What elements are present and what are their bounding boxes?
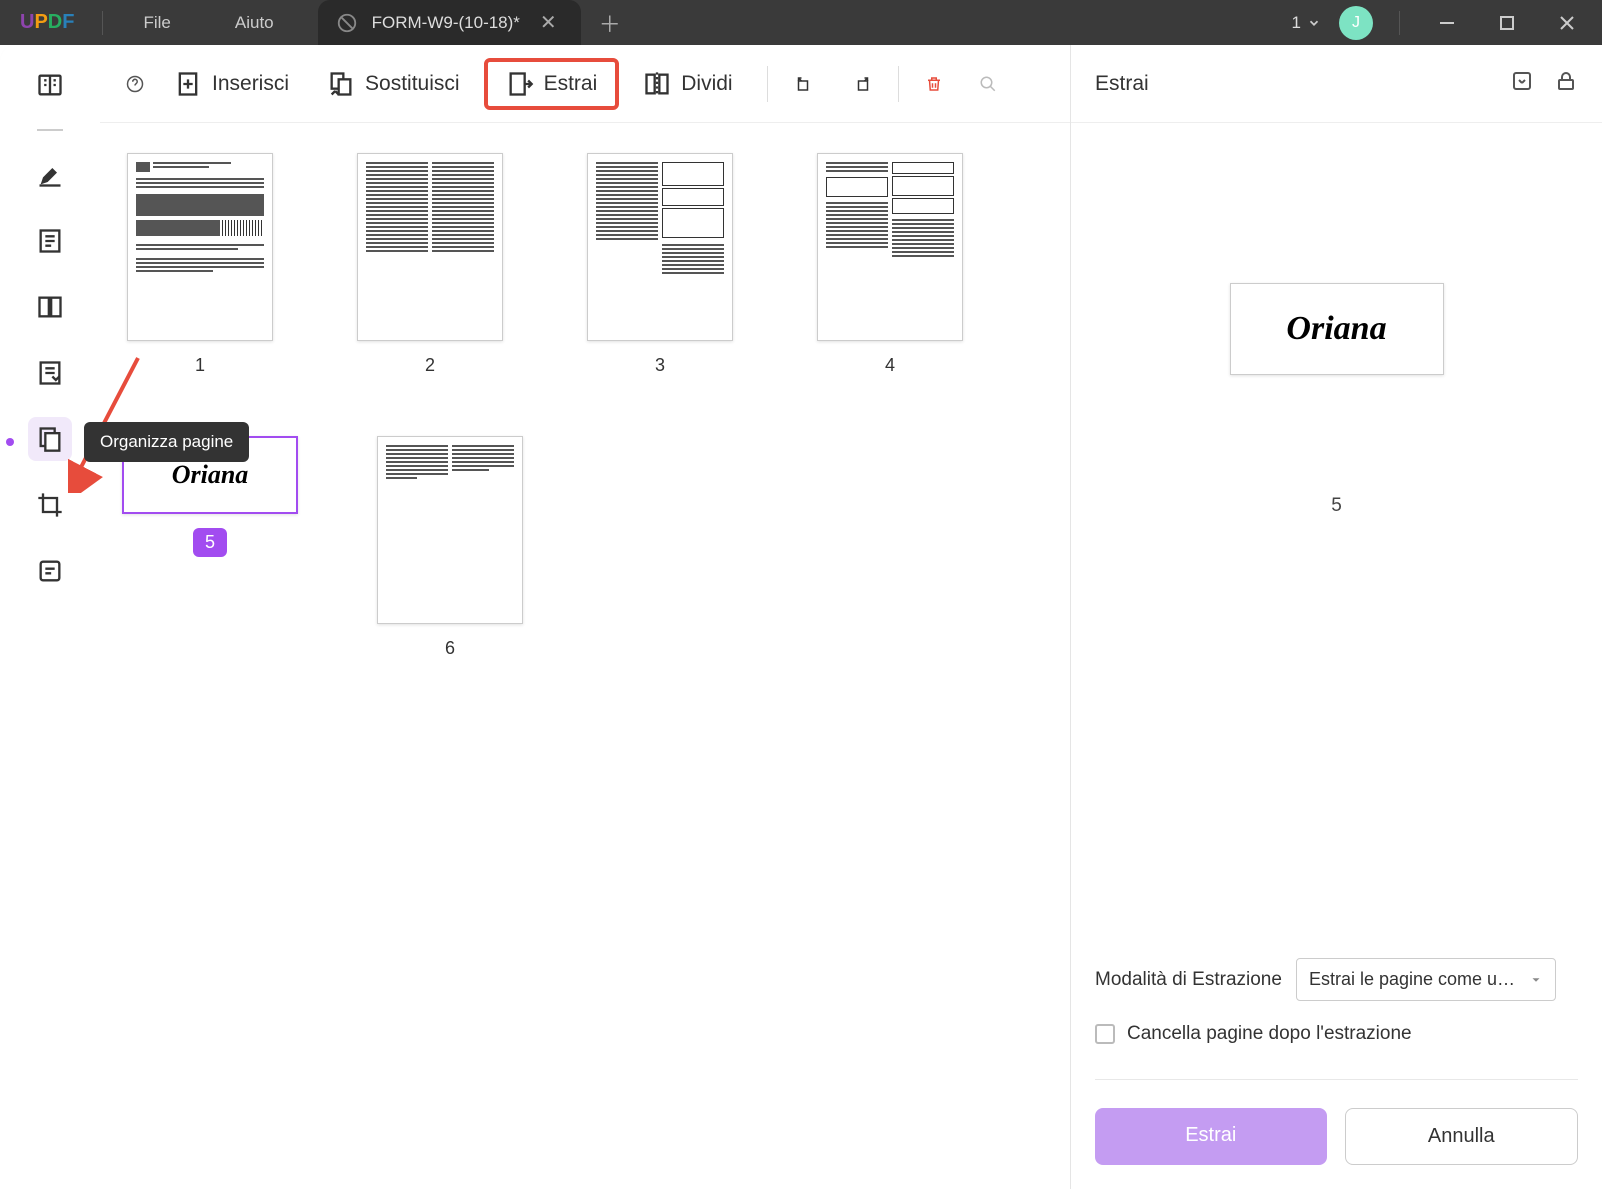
page-number: 3 (655, 355, 665, 376)
open-doc-count[interactable]: 1 (1292, 13, 1321, 33)
divider (1399, 11, 1400, 35)
divider (1095, 1079, 1578, 1080)
page-number: 1 (195, 355, 205, 376)
split-label: Dividi (681, 72, 732, 96)
divider (37, 129, 63, 131)
window-minimize-icon[interactable] (1426, 2, 1468, 44)
page-number-selected: 5 (193, 528, 227, 557)
count-number: 1 (1292, 13, 1301, 33)
left-sidebar (0, 45, 100, 1189)
extract-button[interactable]: Estrai (484, 58, 620, 110)
divider (898, 66, 899, 102)
delete-after-checkbox[interactable]: Cancella pagine dopo l'estrazione (1095, 1023, 1578, 1045)
menu-file[interactable]: File (111, 13, 202, 33)
tab-title: FORM-W9-(10-18)* (372, 13, 520, 33)
help-icon[interactable] (120, 69, 150, 99)
divider (767, 66, 768, 102)
insert-label: Inserisci (212, 72, 289, 96)
extract-label: Estrai (544, 72, 598, 96)
replace-label: Sostituisci (365, 72, 460, 96)
edit-text-icon[interactable] (28, 219, 72, 263)
extract-preview: Oriana (1230, 283, 1444, 375)
annotate-icon[interactable] (28, 153, 72, 197)
delete-icon[interactable] (919, 69, 949, 99)
organize-toolbar: Inserisci Sostituisci Estrai Dividi (100, 45, 1070, 123)
page-number: 4 (885, 355, 895, 376)
page-thumb-6[interactable]: 6 (370, 436, 530, 659)
tab-close-icon[interactable]: ✕ (534, 10, 563, 35)
preview-oriana-text: Oriana (1286, 310, 1386, 348)
split-button[interactable]: Dividi (629, 60, 746, 108)
zoom-icon[interactable] (973, 69, 1003, 99)
extract-panel: Estrai Oriana 5 (1070, 45, 1602, 1189)
page-thumb-5[interactable]: Oriana 5 (120, 436, 300, 659)
page-number: 2 (425, 355, 435, 376)
chevron-down-icon (1529, 973, 1543, 987)
extract-confirm-button[interactable]: Estrai (1095, 1108, 1327, 1165)
organize-pages-icon[interactable] (28, 417, 72, 461)
sidebar-tooltip: Organizza pagine (84, 422, 249, 462)
cancel-button[interactable]: Annulla (1345, 1108, 1579, 1165)
titlebar: UPDF File Aiuto FORM-W9-(10-18)* ✕ ＋ 1 J (0, 0, 1602, 45)
window-maximize-icon[interactable] (1486, 2, 1528, 44)
page-thumb-4[interactable]: 4 (810, 153, 970, 376)
tab-add-icon[interactable]: ＋ (599, 7, 621, 39)
page-thumb-2[interactable]: 2 (350, 153, 510, 376)
window-close-icon[interactable] (1546, 2, 1588, 44)
chevron-down-icon (1307, 16, 1321, 30)
crop-icon[interactable] (28, 483, 72, 527)
rotate-left-icon[interactable] (788, 69, 818, 99)
app-logo: UPDF (0, 11, 94, 34)
panel-title: Estrai (1095, 72, 1149, 96)
thumbnails-grid: 1 2 3 (100, 123, 1070, 1189)
page-layout-icon[interactable] (28, 285, 72, 329)
rotate-right-icon[interactable] (848, 69, 878, 99)
page-thumb-1[interactable]: 1 (120, 153, 280, 376)
mode-select[interactable]: Estrai le pagine come un uni… (1296, 958, 1556, 1001)
document-tab[interactable]: FORM-W9-(10-18)* ✕ (318, 0, 581, 45)
page-thumb-3[interactable]: 3 (580, 153, 740, 376)
replace-button[interactable]: Sostituisci (313, 60, 474, 108)
user-avatar[interactable]: J (1339, 6, 1373, 40)
divider (102, 11, 103, 35)
mode-label: Modalità di Estrazione (1095, 969, 1282, 991)
reader-mode-icon[interactable] (28, 63, 72, 107)
checkbox-icon (1095, 1024, 1115, 1044)
delete-after-label: Cancella pagine dopo l'estrazione (1127, 1023, 1412, 1045)
expand-panel-icon[interactable] (1510, 69, 1534, 99)
form-icon[interactable] (28, 351, 72, 395)
active-indicator (6, 438, 14, 446)
insert-button[interactable]: Inserisci (160, 60, 303, 108)
mode-value: Estrai le pagine come un uni… (1309, 969, 1519, 990)
lock-icon[interactable] (1554, 69, 1578, 99)
preview-page-number: 5 (1331, 495, 1342, 517)
redact-icon[interactable] (28, 549, 72, 593)
menu-help[interactable]: Aiuto (203, 13, 306, 33)
page-number: 6 (445, 638, 455, 659)
tab-eye-off-icon (336, 12, 358, 34)
oriana-text: Oriana (172, 460, 249, 490)
